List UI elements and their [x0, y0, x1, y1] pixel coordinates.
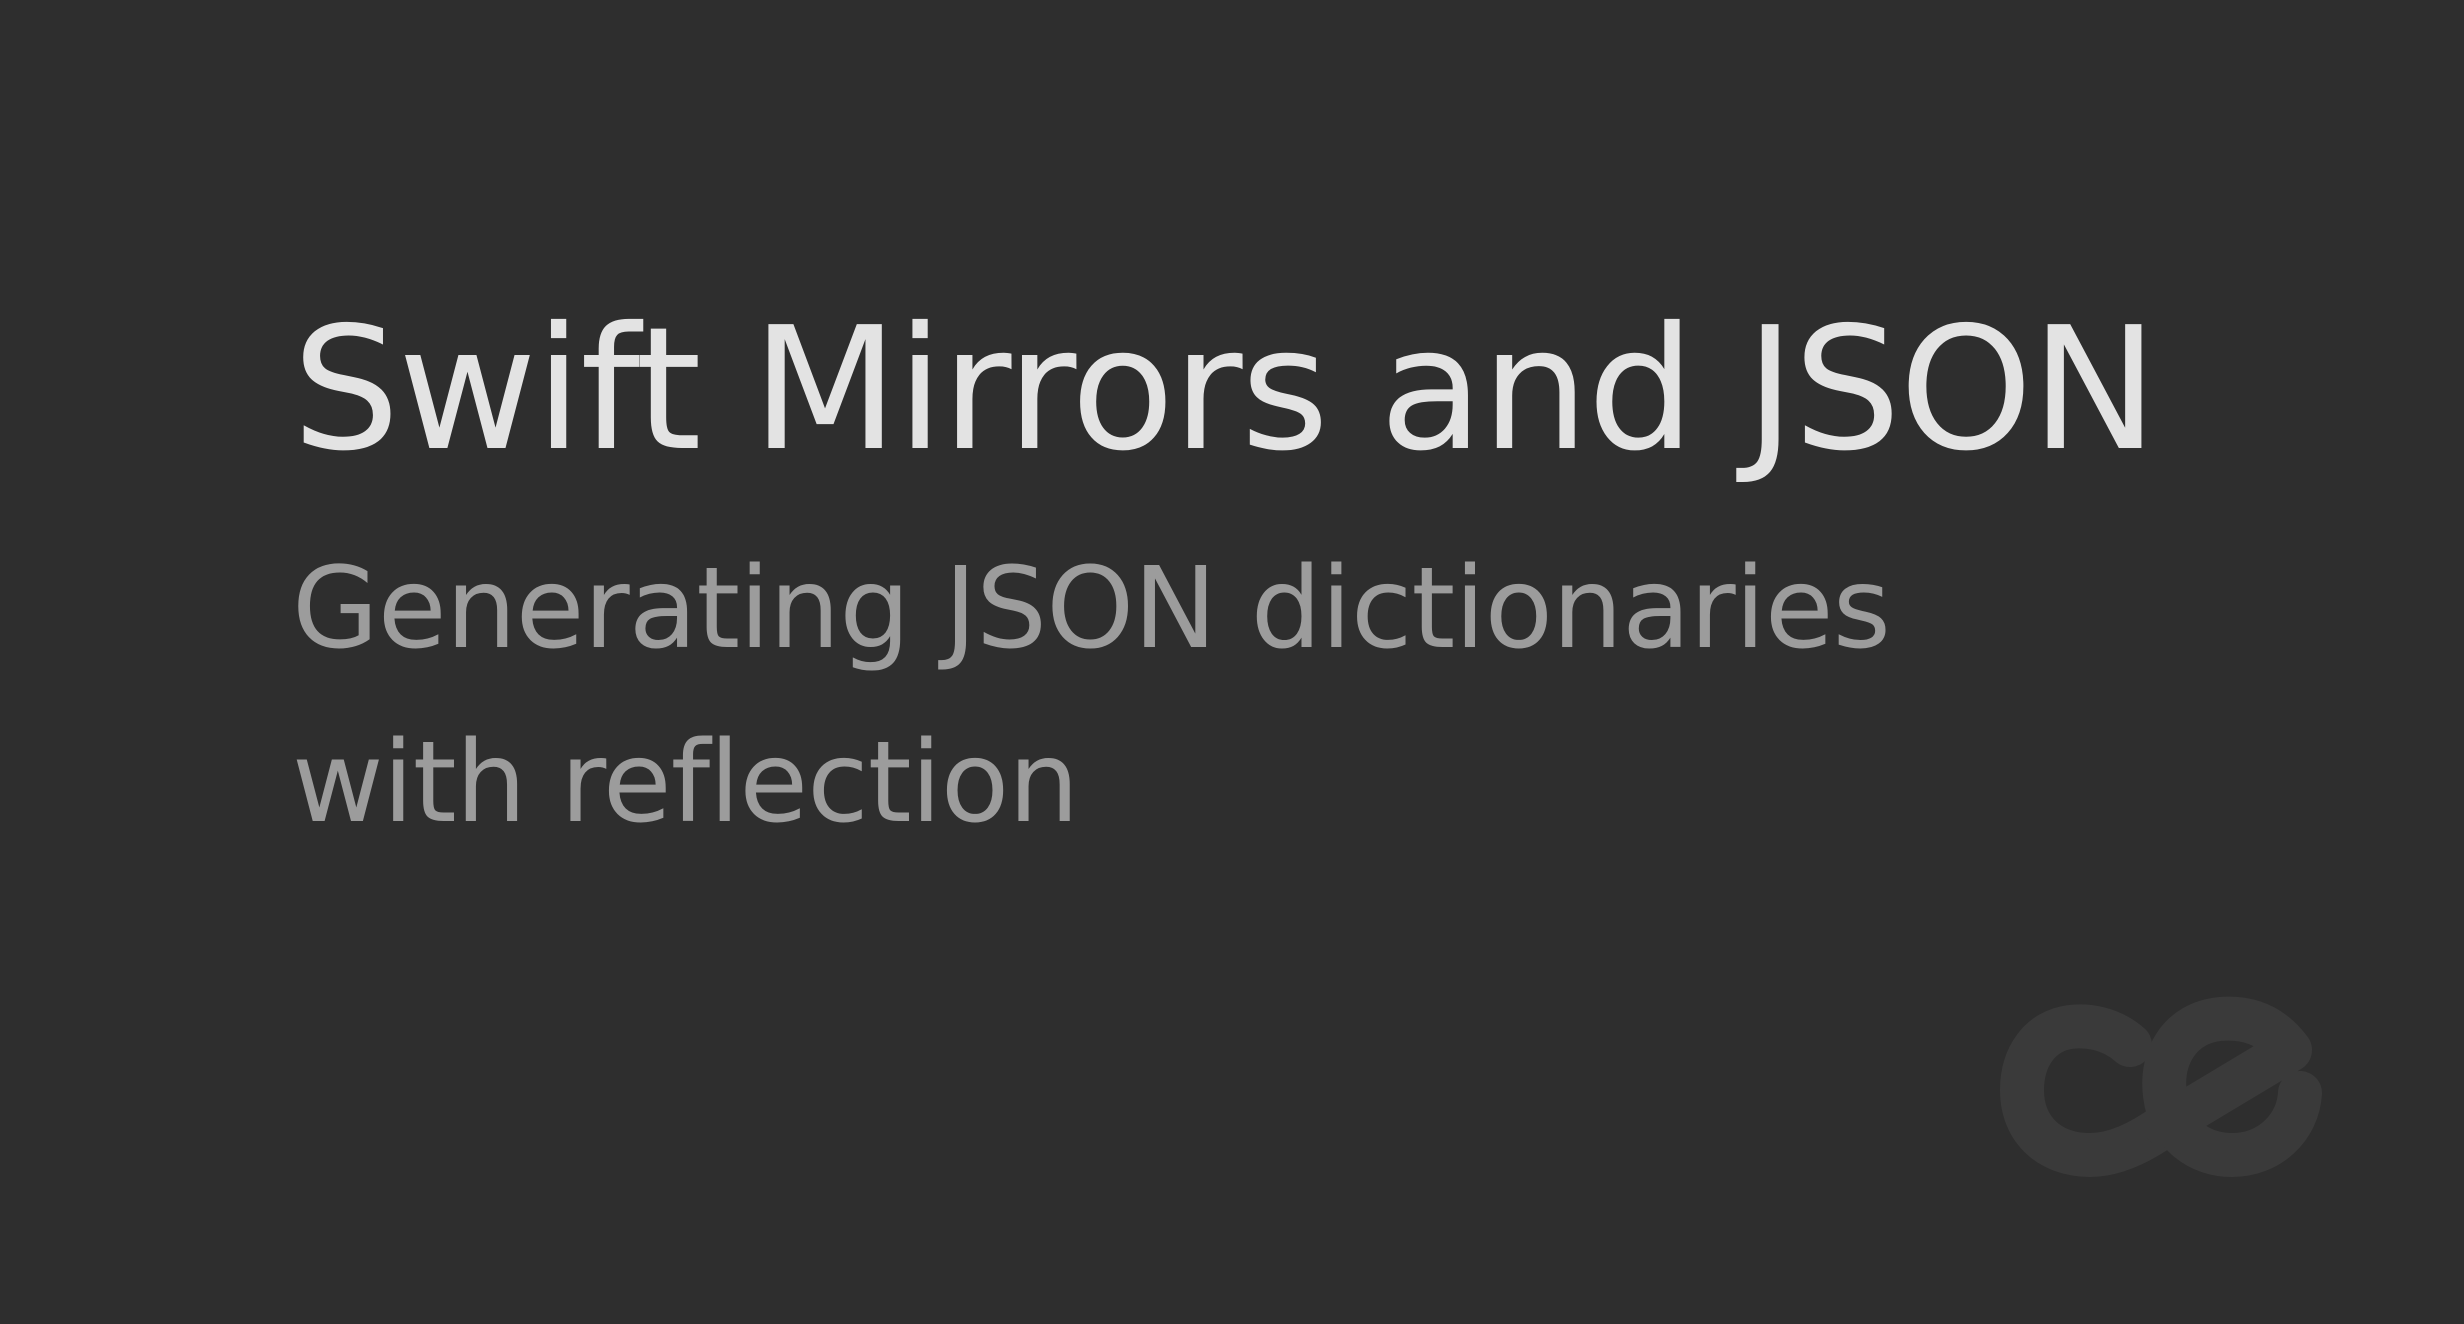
article-card: Swift Mirrors and JSON Generating JSON d…: [0, 0, 2464, 1324]
ce-logo-icon: [2000, 996, 2322, 1177]
page-title: Swift Mirrors and JSON: [292, 291, 2158, 489]
page-subtitle: Generating JSON dictionaries with reflec…: [292, 544, 1891, 848]
